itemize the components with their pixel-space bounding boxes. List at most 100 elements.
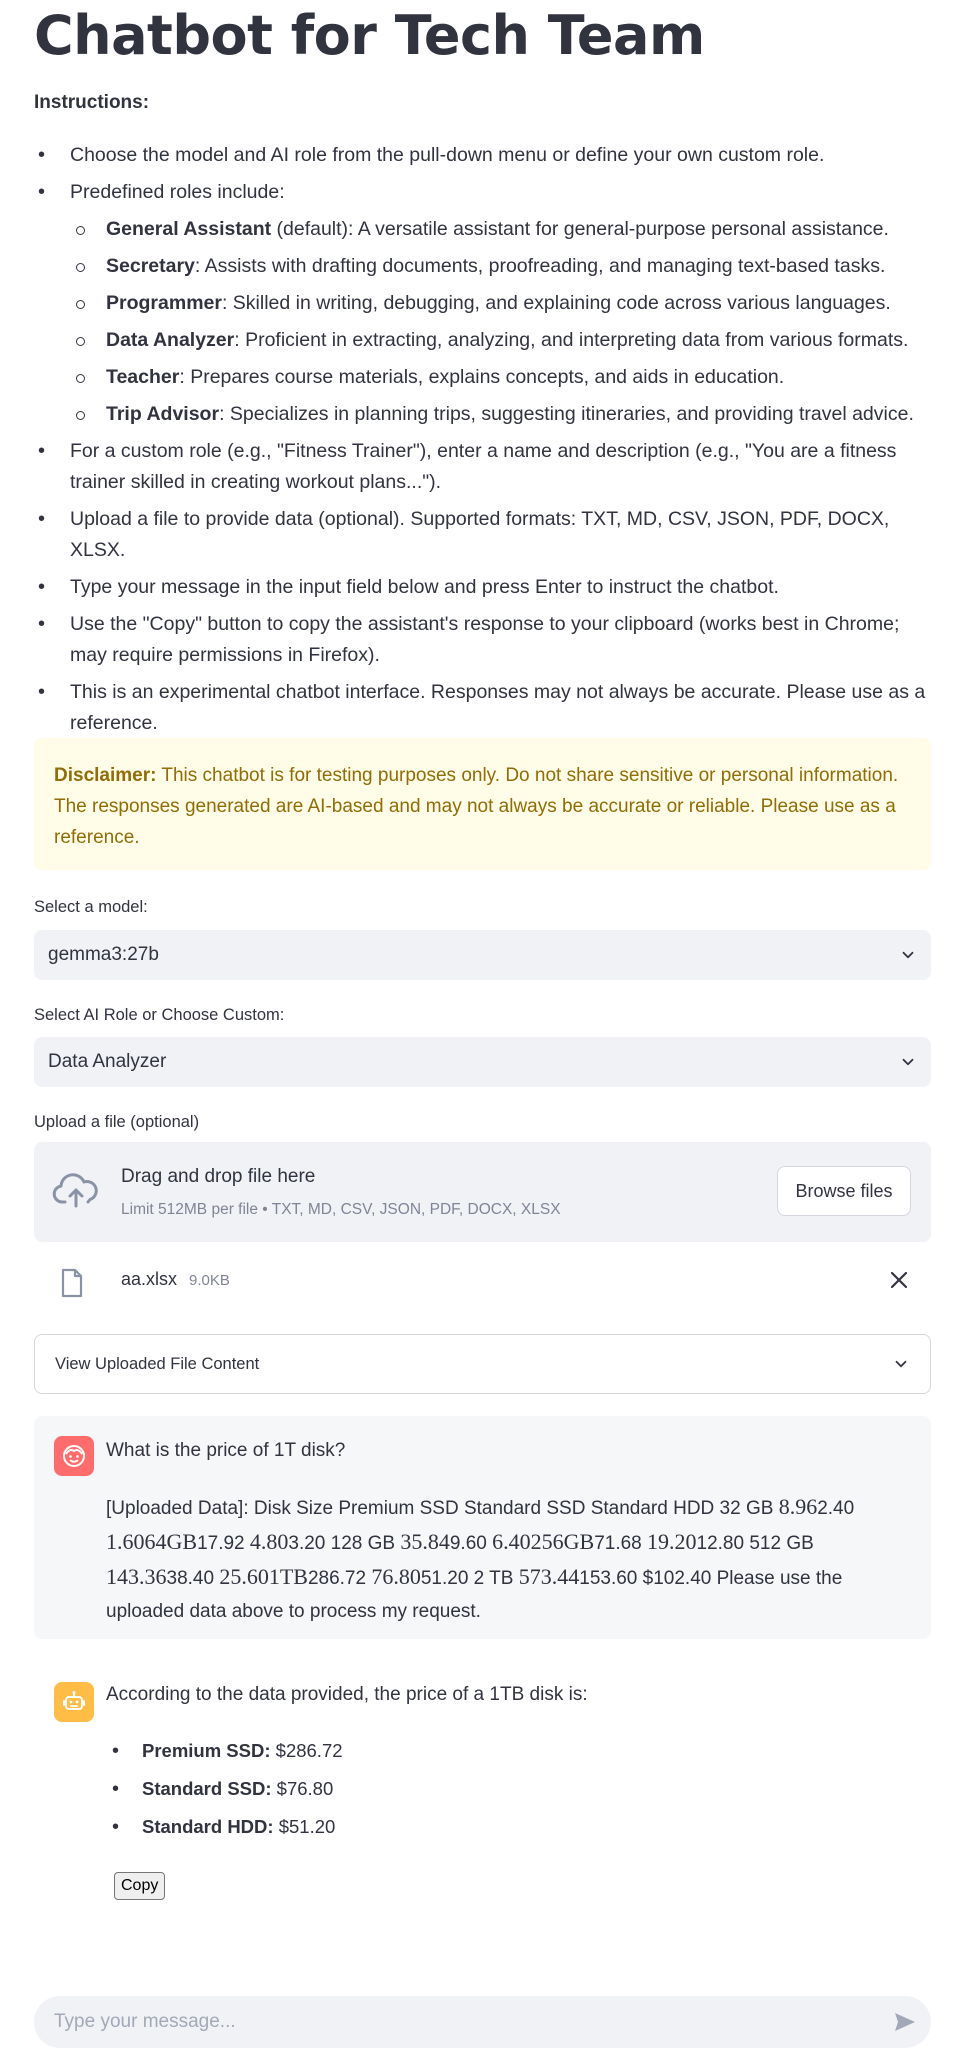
role-name: Trip Advisor <box>106 403 220 425</box>
user-question: What is the price of 1T disk? <box>106 1440 346 1461</box>
chat-input-bar <box>34 1996 931 2048</box>
list-item: For a custom role (e.g., "Fitness Traine… <box>34 436 934 498</box>
role-select[interactable]: Data Analyzer <box>34 1037 931 1087</box>
instruction-text: For a custom role (e.g., "Fitness Traine… <box>70 440 897 493</box>
list-item: Type your message in the input field bel… <box>34 572 934 603</box>
role-desc: : Proficient in extracting, analyzing, a… <box>234 329 909 351</box>
instruction-text: Use the "Copy" button to copy the assist… <box>70 613 900 666</box>
data-text: [Uploaded Data]: Disk Size Premium SSD S… <box>106 1498 779 1519</box>
role-item: General Assistant (default): A versatile… <box>70 214 934 245</box>
file-dropzone[interactable]: Drag and drop file here Limit 512MB per … <box>34 1142 931 1242</box>
role-item: Data Analyzer: Proficient in extracting,… <box>70 325 934 356</box>
send-icon[interactable] <box>893 2010 917 2034</box>
roles-list: General Assistant (default): A versatile… <box>70 214 934 430</box>
data-text: 143.36 <box>106 1564 167 1589</box>
data-text: 8.96 <box>778 1494 818 1519</box>
instruction-text: Type your message in the input field bel… <box>70 576 779 598</box>
data-text: 286.72 <box>307 1568 372 1589</box>
price-list: Premium SSD: $286.72 Standard SSD: $76.8… <box>106 1732 343 1846</box>
chevron-down-icon <box>902 951 914 959</box>
assistant-intro: According to the data provided, the pric… <box>106 1684 588 1705</box>
price-label: Standard SSD: <box>142 1778 272 1799</box>
chevron-down-icon <box>895 1360 907 1368</box>
list-item: Predefined roles include: General Assist… <box>34 177 934 430</box>
role-item: Teacher: Prepares course materials, expl… <box>70 362 934 393</box>
role-item: Secretary: Assists with drafting documen… <box>70 251 934 282</box>
data-text: 6.40256GB <box>492 1529 595 1554</box>
role-suffix: (default) <box>271 218 349 240</box>
data-text: 19.20 <box>647 1529 697 1554</box>
role-item: Trip Advisor: Specializes in planning tr… <box>70 399 934 430</box>
assistant-message: According to the data provided, the pric… <box>34 1662 931 1922</box>
disclaimer-label: Disclaimer: <box>54 765 157 786</box>
price-value: $76.80 <box>271 1778 334 1799</box>
instruction-text: Choose the model and AI role from the pu… <box>70 144 825 166</box>
disclaimer-text: This chatbot is for testing purposes onl… <box>54 765 899 848</box>
uploaded-file-item: aa.xlsx 9.0KB <box>34 1260 931 1304</box>
role-name: General Assistant <box>106 218 272 240</box>
price-value: $51.20 <box>273 1816 336 1837</box>
role-desc: : Assists with drafting documents, proof… <box>194 255 886 277</box>
data-text: 9.60 <box>449 1533 493 1554</box>
list-item: Premium SSD: $286.72 <box>106 1732 343 1770</box>
role-desc: : Skilled in writing, debugging, and exp… <box>221 292 891 314</box>
data-text: 4.80 <box>249 1529 289 1554</box>
chevron-down-icon <box>902 1058 914 1066</box>
price-label: Standard HDD: <box>142 1816 274 1837</box>
user-avatar <box>54 1436 94 1476</box>
expander-label: View Uploaded File Content <box>55 1354 260 1373</box>
price-label: Premium SSD: <box>142 1740 271 1761</box>
list-item: Standard HDD: $51.20 <box>106 1808 343 1846</box>
role-select-value: Data Analyzer <box>48 1051 167 1072</box>
data-text: 12.80 512 GB <box>696 1533 814 1554</box>
instructions-heading: Instructions: <box>34 92 150 113</box>
cloud-upload-icon <box>52 1173 98 1208</box>
uploaded-data-text: [Uploaded Data]: Disk Size Premium SSD S… <box>106 1490 906 1628</box>
data-text: 38.40 <box>166 1568 220 1589</box>
file-icon <box>61 1268 83 1298</box>
data-text: 17.92 <box>197 1533 250 1554</box>
list-item: This is an experimental chatbot interfac… <box>34 677 934 739</box>
data-text: 51.20 2 TB <box>420 1568 519 1589</box>
list-item: Upload a file to provide data (optional)… <box>34 504 934 566</box>
upload-limit-text: Limit 512MB per file • TXT, MD, CSV, JSO… <box>121 1201 561 1218</box>
data-text: 35.84 <box>400 1529 450 1554</box>
data-text: 573.44 <box>518 1564 580 1589</box>
app-page: Chatbot for Tech Team Instructions: Choo… <box>0 0 961 2063</box>
data-text: 76.80 <box>371 1564 421 1589</box>
instruction-text: This is an experimental chatbot interfac… <box>70 681 926 734</box>
browse-files-button[interactable]: Browse files <box>777 1166 911 1216</box>
role-name: Teacher <box>106 366 180 388</box>
model-select[interactable]: gemma3:27b <box>34 930 931 980</box>
file-name: aa.xlsx <box>121 1269 178 1289</box>
drag-drop-text: Drag and drop file here <box>121 1166 316 1187</box>
page-title: Chatbot for Tech Team <box>34 4 705 67</box>
price-value: $286.72 <box>270 1740 343 1761</box>
file-size: 9.0KB <box>189 1272 230 1289</box>
role-name: Data Analyzer <box>106 329 235 351</box>
user-face-icon <box>63 1445 85 1467</box>
close-icon[interactable] <box>889 1270 909 1290</box>
instructions-list: Choose the model and AI role from the pu… <box>34 140 934 745</box>
data-text: 1.6064GB <box>106 1529 198 1554</box>
instruction-text: Predefined roles include: <box>70 181 285 203</box>
file-content-expander[interactable]: View Uploaded File Content <box>34 1334 931 1394</box>
role-name: Programmer <box>106 292 222 314</box>
user-message: What is the price of 1T disk? [Uploaded … <box>34 1416 931 1639</box>
list-item: Use the "Copy" button to copy the assist… <box>34 609 934 671</box>
model-select-label: Select a model: <box>34 898 148 916</box>
role-desc: : A versatile assistant for general-purp… <box>348 218 889 240</box>
disclaimer-box: Disclaimer: This chatbot is for testing … <box>34 738 931 870</box>
message-input[interactable] <box>54 1996 874 2048</box>
role-desc: : Prepares course materials, explains co… <box>179 366 785 388</box>
list-item: Choose the model and AI role from the pu… <box>34 140 934 171</box>
data-text: 3.20 128 GB <box>288 1533 401 1554</box>
data-text: 25.601TB <box>219 1564 308 1589</box>
role-name: Secretary <box>106 255 195 277</box>
data-text: 71.68 <box>594 1533 648 1554</box>
model-select-value: gemma3:27b <box>48 944 159 965</box>
list-item: Standard SSD: $76.80 <box>106 1770 343 1808</box>
instruction-text: Upload a file to provide data (optional)… <box>70 508 890 561</box>
upload-label: Upload a file (optional) <box>34 1113 200 1131</box>
copy-button[interactable]: Copy <box>114 1872 166 1900</box>
